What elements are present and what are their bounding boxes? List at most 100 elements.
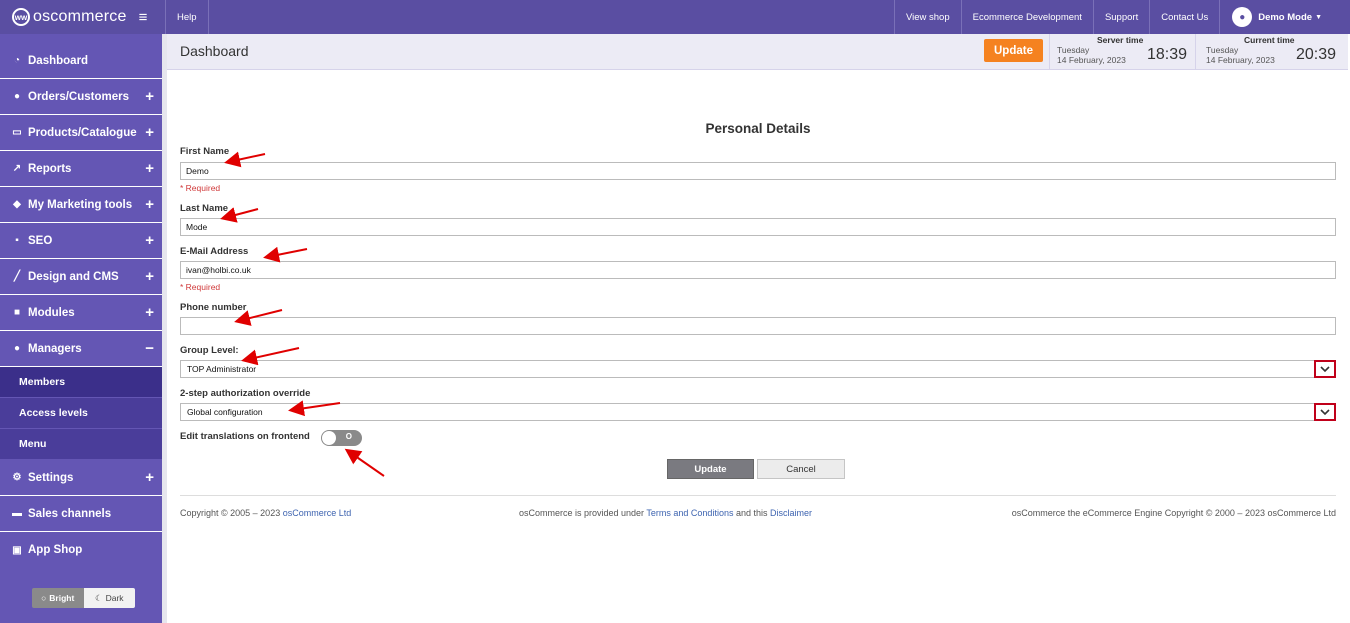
group-level-select[interactable]: TOP Administrator	[180, 360, 1336, 378]
sidebar-subitem-access-levels[interactable]: Access levels	[0, 398, 162, 429]
update-button[interactable]: Update	[667, 459, 754, 479]
two-step-value: Global configuration	[187, 407, 263, 417]
sidebar-item-design-cms[interactable]: ╱ Design and CMS +	[0, 259, 162, 295]
menu-toggle-icon[interactable]: ≡	[139, 9, 148, 26]
brand[interactable]: ww oscommerce ≡	[0, 0, 166, 34]
cart-icon: ▣	[12, 544, 22, 556]
sidebar-item-seo[interactable]: ▪ SEO +	[0, 223, 162, 259]
support-link[interactable]: Support	[1094, 0, 1151, 34]
folder-icon: ▭	[12, 127, 22, 138]
arrow-last-name	[220, 207, 259, 223]
toggle-knob	[322, 431, 336, 445]
sidebar: ◔ Dashboard ● Orders/Customers + ▭ Produ…	[0, 34, 162, 623]
two-step-label: 2-step authorization override	[180, 388, 311, 399]
expand-icon[interactable]: +	[145, 469, 154, 486]
contact-us-link[interactable]: Contact Us	[1150, 0, 1221, 34]
header-update-button[interactable]: Update	[984, 39, 1043, 62]
sidebar-item-label: Reports	[28, 162, 72, 175]
sidebar-item-label: Orders/Customers	[28, 90, 129, 103]
collapse-icon[interactable]: −	[145, 340, 154, 357]
brush-icon: ╱	[13, 271, 21, 282]
ecommerce-development-link[interactable]: Ecommerce Development	[962, 0, 1094, 34]
moon-icon: ☾	[94, 592, 103, 603]
monitor-icon: ▬	[12, 508, 22, 519]
footer-divider	[180, 495, 1336, 496]
sidebar-item-label: Modules	[28, 306, 75, 319]
current-time-label: Current time	[1244, 35, 1295, 45]
expand-icon[interactable]: +	[145, 232, 154, 249]
user-icon: ●	[1232, 7, 1253, 27]
sidebar-item-app-shop[interactable]: ▣ App Shop	[0, 532, 162, 568]
theme-dark-button[interactable]: ☾ Dark	[83, 588, 135, 608]
chart-icon: ↗	[12, 163, 22, 174]
expand-icon[interactable]: +	[145, 304, 154, 321]
sidebar-item-label: My Marketing tools	[28, 198, 133, 211]
expand-icon[interactable]: +	[145, 268, 154, 285]
sidebar-item-reports[interactable]: ↗ Reports +	[0, 151, 162, 187]
sitemap-icon: ▪	[15, 235, 19, 246]
server-clock: 18:39	[1147, 46, 1188, 63]
sidebar-item-label: SEO	[28, 234, 53, 247]
dashboard-icon: ◔	[13, 55, 21, 66]
disclaimer-link[interactable]: Disclaimer	[770, 508, 812, 518]
server-time-box: Server time Tuesday 14 February, 2023 18:…	[1049, 34, 1195, 70]
theme-bright-button[interactable]: ○ Bright	[32, 588, 84, 608]
server-date: Tuesday 14 February, 2023	[1057, 45, 1126, 65]
expand-icon[interactable]: +	[145, 160, 154, 177]
first-name-input[interactable]: Demo	[180, 162, 1336, 180]
last-name-input[interactable]: Mode	[180, 218, 1336, 236]
footer-and-text: and this	[733, 508, 770, 518]
sidebar-item-marketing[interactable]: ◆ My Marketing tools +	[0, 187, 162, 223]
tag-icon: ◆	[13, 199, 21, 210]
gears-icon: ⚙	[12, 472, 22, 483]
caret-down-icon: ▼	[1315, 13, 1322, 21]
terms-link[interactable]: Terms and Conditions	[646, 508, 733, 518]
sidebar-item-label: Settings	[28, 471, 74, 484]
expand-icon[interactable]: +	[145, 88, 154, 105]
sidebar-scrollbar[interactable]	[162, 34, 167, 623]
sidebar-item-label: Design and CMS	[28, 270, 119, 283]
view-shop-link[interactable]: View shop	[895, 0, 962, 34]
company-link[interactable]: osCommerce Ltd	[283, 508, 352, 518]
sun-icon: ○	[41, 593, 47, 603]
help-link[interactable]: Help	[166, 0, 209, 34]
chevron-down-icon[interactable]	[1314, 403, 1336, 421]
puzzle-icon: ■	[13, 307, 21, 318]
first-name-label: First Name	[180, 146, 230, 157]
server-time-label: Server time	[1097, 35, 1144, 45]
sidebar-item-sales-channels[interactable]: ▬ Sales channels	[0, 496, 162, 532]
users-icon: ●	[13, 91, 21, 102]
sidebar-item-label: Dashboard	[28, 54, 89, 67]
chevron-down-icon[interactable]	[1314, 360, 1336, 378]
current-clock: 20:39	[1296, 46, 1337, 63]
sidebar-item-orders-customers[interactable]: ● Orders/Customers +	[0, 79, 162, 115]
sidebar-item-label: App Shop	[28, 544, 83, 556]
email-input[interactable]: ivan@holbi.co.uk	[180, 261, 1336, 279]
phone-input[interactable]	[180, 317, 1336, 335]
two-step-select[interactable]: Global configuration	[180, 403, 1336, 421]
footer-copyright-text: Copyright © 2005 – 2023	[180, 508, 283, 518]
user-icon: ●	[13, 343, 21, 354]
sidebar-item-settings[interactable]: ⚙ Settings +	[0, 460, 162, 496]
arrow-email	[263, 246, 308, 263]
user-menu[interactable]: ● Demo Mode ▼	[1220, 0, 1350, 34]
sidebar-item-managers[interactable]: ● Managers −	[0, 331, 162, 367]
page-title: Dashboard	[180, 43, 249, 59]
sidebar-subitem-members[interactable]: Members	[0, 367, 162, 398]
last-name-label: Last Name	[180, 203, 229, 214]
toggle-off-text: O	[345, 432, 352, 441]
footer-terms: osCommerce is provided under Terms and C…	[519, 508, 812, 518]
cancel-button[interactable]: Cancel	[757, 459, 845, 479]
sidebar-item-products-catalogue[interactable]: ▭ Products/Catalogue +	[0, 115, 162, 151]
theme-bright-label: Bright	[49, 593, 75, 603]
email-label: E-Mail Address	[180, 246, 249, 257]
top-bar: ww oscommerce ≡ Help View shop Ecommerce…	[0, 0, 1350, 34]
expand-icon[interactable]: +	[145, 124, 154, 141]
footer-copyright: Copyright © 2005 – 2023 osCommerce Ltd	[180, 508, 351, 518]
sidebar-item-dashboard[interactable]: ◔ Dashboard	[0, 43, 162, 79]
sidebar-item-modules[interactable]: ■ Modules +	[0, 295, 162, 331]
first-name-required: * Required	[180, 183, 221, 193]
edit-translations-toggle[interactable]: O	[321, 430, 362, 446]
expand-icon[interactable]: +	[145, 196, 154, 213]
sidebar-subitem-menu[interactable]: Menu	[0, 429, 162, 460]
